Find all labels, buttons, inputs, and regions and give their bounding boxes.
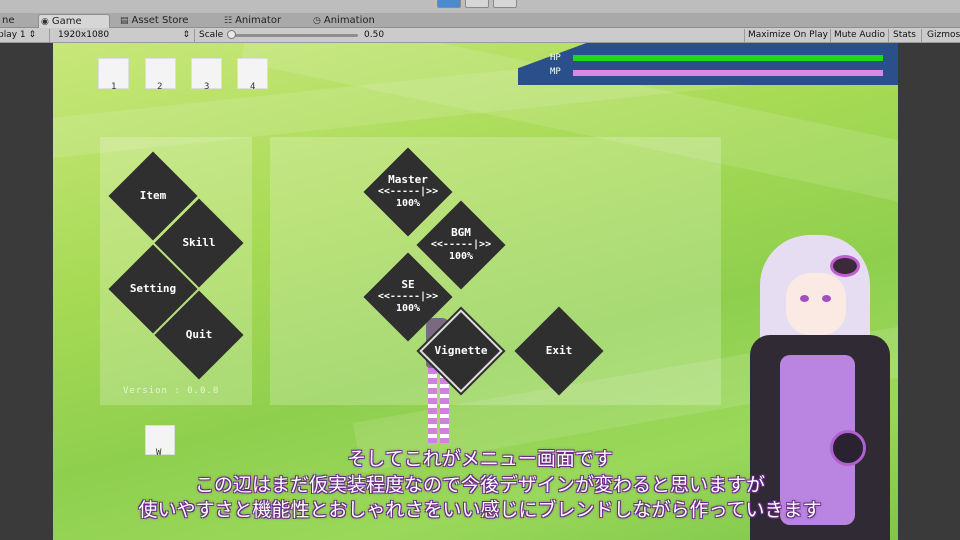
- mp-label: MP: [550, 67, 561, 77]
- avatar-face: [786, 273, 846, 335]
- unity-editor: ne ◉ Game ▤ Asset Store ☷ Animator ◷ Animati…: [0, 0, 960, 540]
- bgm-slider-glyph: <<-----|>>: [430, 239, 492, 250]
- stats-toggle[interactable]: Stats: [893, 28, 916, 43]
- scale-label: Scale: [199, 30, 224, 40]
- hotbar-slot-1-label: 1: [111, 82, 117, 92]
- top-toolbar: [0, 0, 960, 13]
- tab-animator[interactable]: ☷ Animator: [222, 14, 292, 28]
- tab-animation[interactable]: ◷ Animation: [311, 14, 386, 28]
- divider: [49, 29, 50, 42]
- se-label: SE: [401, 278, 415, 291]
- hotbar-slot-2-label: 2: [157, 82, 163, 92]
- chevron-up-down-icon: ⇕: [28, 30, 37, 40]
- game-icon: ◉: [41, 17, 49, 27]
- divider: [194, 29, 195, 42]
- scale-slider-thumb[interactable]: [227, 30, 236, 39]
- tab-scene[interactable]: ne: [0, 14, 20, 28]
- tab-label: Animation: [323, 15, 375, 26]
- play-button[interactable]: [437, 0, 461, 8]
- hud-background: [518, 43, 898, 85]
- quit-button[interactable]: Quit: [154, 290, 244, 380]
- mp-bar: [573, 70, 883, 76]
- resolution-label: 1920x1080: [58, 30, 110, 40]
- master-slider-glyph: <<-----|>>: [377, 186, 439, 197]
- tab-game[interactable]: ◉ Game: [38, 14, 110, 28]
- hotbar-slot-4-label: 4: [250, 82, 256, 92]
- bgm-label: BGM: [451, 226, 471, 239]
- avatar-eye: [822, 295, 831, 302]
- hp-bar: [573, 55, 883, 61]
- se-slider-glyph: <<-----|>>: [377, 291, 439, 302]
- vignette-button-label: Vignette: [434, 344, 488, 357]
- chevron-up-down-icon: ⇕: [182, 30, 190, 40]
- display-dropdown[interactable]: play 1 ⇕: [0, 28, 36, 43]
- hotbar-slot-3-label: 3: [204, 82, 210, 92]
- tab-label: ne: [2, 15, 15, 26]
- subtitle-line-1: そしてこれがメニュー画面です: [347, 448, 613, 470]
- step-button[interactable]: [493, 0, 517, 8]
- hp-label: HP: [550, 53, 561, 63]
- gizmos-toggle[interactable]: Gizmos: [927, 28, 960, 43]
- tab-bar: ne ◉ Game ▤ Asset Store ☷ Animator ◷ Animati…: [0, 13, 960, 28]
- vignette-button[interactable]: Vignette: [416, 306, 506, 396]
- store-icon: ▤: [120, 16, 129, 26]
- pause-button[interactable]: [465, 0, 489, 8]
- quit-button-label: Quit: [185, 328, 213, 341]
- divider: [744, 29, 745, 42]
- master-label: Master: [388, 173, 428, 186]
- animator-icon: ☷: [224, 16, 233, 26]
- tab-label: Game: [51, 16, 82, 27]
- subtitle-line-2: この辺はまだ仮実装程度なので今後デザインが変わると思いますが: [194, 474, 765, 496]
- game-toolbar: play 1 ⇕ 1920x1080 ⇕ Scale 0.50 Maximize …: [0, 28, 960, 43]
- divider: [888, 29, 889, 42]
- avatar-eye: [800, 295, 809, 302]
- resolution-dropdown[interactable]: 1920x1080 ⇕: [58, 28, 192, 43]
- version-text: Version : 0.0.0: [123, 386, 220, 396]
- divider: [830, 29, 831, 42]
- subtitle-line-3: 使いやすさと機能性とおしゃれさをいい感じにブレンドしながら作っていきます: [138, 499, 822, 521]
- display-label: play 1: [0, 30, 26, 40]
- tab-label: Asset Store: [131, 15, 189, 26]
- tab-asset-store[interactable]: ▤ Asset Store: [118, 14, 198, 28]
- exit-button[interactable]: Exit: [514, 306, 604, 396]
- scale-value: 0.50: [364, 30, 385, 40]
- headphone-icon: [830, 255, 860, 277]
- tab-label: Animator: [235, 15, 282, 26]
- scale-slider-track[interactable]: [228, 34, 358, 37]
- animation-icon: ◷: [313, 16, 321, 26]
- exit-button-label: Exit: [545, 344, 573, 357]
- maximize-on-play-toggle[interactable]: Maximize On Play: [748, 28, 828, 43]
- divider: [921, 29, 922, 42]
- mute-audio-toggle[interactable]: Mute Audio: [834, 28, 885, 43]
